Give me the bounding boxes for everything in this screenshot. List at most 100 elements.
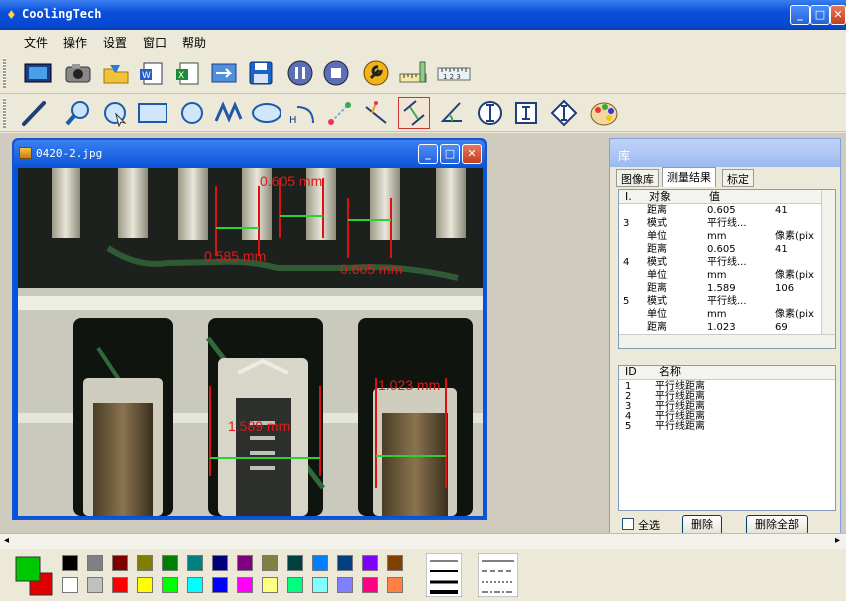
color-swatch[interactable]	[87, 577, 103, 593]
image-close-button[interactable]: ✕	[462, 144, 482, 164]
color-swatch[interactable]	[362, 555, 378, 571]
camera-icon[interactable]	[62, 57, 94, 89]
parallel-lines-tool-icon[interactable]	[398, 97, 430, 129]
color-swatch[interactable]	[337, 555, 353, 571]
color-swatch[interactable]	[187, 555, 203, 571]
table-row[interactable]: 单位 mm 像素(pix	[619, 231, 835, 244]
color-swatch[interactable]	[62, 577, 78, 593]
color-swatch[interactable]	[312, 577, 328, 593]
results-table[interactable]: I. 对象 值 距离 0.605 41 3 模式 平行线... 单位 mm 像素(pix 距离 0.…	[618, 189, 836, 349]
table-row[interactable]: 5 模式 平行线...	[619, 296, 835, 309]
color-swatch[interactable]	[187, 577, 203, 593]
wrench-icon[interactable]	[360, 57, 392, 89]
results-vscroll[interactable]	[821, 190, 835, 348]
circle-tool-icon[interactable]	[176, 97, 208, 129]
line-tool-icon[interactable]	[18, 97, 50, 129]
color-swatch[interactable]	[62, 555, 78, 571]
workspace-hscroll[interactable]: ◂ ▸	[0, 533, 846, 549]
close-button[interactable]: ✕	[830, 5, 846, 25]
color-swatch[interactable]	[262, 555, 278, 571]
minimize-button[interactable]: _	[790, 5, 810, 25]
color-swatch[interactable]	[312, 555, 328, 571]
color-swatch[interactable]	[137, 555, 153, 571]
menu-operate[interactable]: 操作	[63, 34, 87, 51]
table-row[interactable]: 距离 1.589 106	[619, 283, 835, 296]
save-icon[interactable]	[246, 57, 278, 89]
toolbar-grip-2[interactable]	[3, 98, 6, 128]
color-swatch[interactable]	[162, 577, 178, 593]
color-swatch[interactable]	[237, 577, 253, 593]
image-maximize-button[interactable]: □	[440, 144, 460, 164]
scroll-left-icon[interactable]: ◂	[4, 535, 9, 546]
magnifier-icon[interactable]	[62, 97, 94, 129]
table-row[interactable]: 单位 mm 像素(pix	[619, 270, 835, 283]
measure-label-1[interactable]: 0.605 mm	[260, 173, 322, 189]
line-style-icon[interactable]	[478, 553, 518, 597]
table-row[interactable]: 3 模式 平行线...	[619, 218, 835, 231]
point-line-tool-icon[interactable]	[360, 97, 392, 129]
color-swatch[interactable]	[287, 555, 303, 571]
delete-all-button[interactable]: 删除全部	[746, 515, 808, 535]
angle-tool-icon[interactable]	[436, 97, 468, 129]
scale-icon[interactable]: 1 2 3	[434, 57, 474, 89]
pcb-image[interactable]: 0.605 mm 0.585 mm 0.605 mm 1.023 mm 1.58…	[18, 168, 483, 516]
color-swatch[interactable]	[387, 577, 403, 593]
word-export-icon[interactable]: W	[136, 57, 168, 89]
color-swatch[interactable]	[212, 577, 228, 593]
video-icon[interactable]	[22, 57, 54, 89]
angle-h-tool-icon[interactable]: H	[286, 97, 318, 129]
color-palette-icon[interactable]	[588, 97, 620, 129]
rotated-caliper-icon[interactable]	[548, 97, 580, 129]
color-swatch[interactable]	[137, 577, 153, 593]
color-swatch[interactable]	[337, 577, 353, 593]
col-object[interactable]: 对象	[649, 191, 671, 202]
list-item[interactable]: 3 平行线距离	[619, 402, 835, 412]
col-obj-id[interactable]: ID	[625, 366, 637, 377]
measure-label-3[interactable]: 0.605 mm	[340, 261, 402, 277]
menu-help[interactable]: 帮助	[182, 34, 206, 51]
measure-label-4[interactable]: 1.023 mm	[378, 377, 440, 393]
color-swatch[interactable]	[87, 555, 103, 571]
table-row[interactable]: 单位 mm 像素(pix	[619, 309, 835, 322]
image-window-titlebar[interactable]: 0420-2.jpg _ □ ✕	[14, 140, 485, 168]
swap-icon[interactable]	[208, 57, 240, 89]
ellipse-tool-icon[interactable]	[250, 97, 282, 129]
pause-icon[interactable]	[284, 57, 316, 89]
menu-window[interactable]: 窗口	[143, 34, 167, 51]
color-swatch[interactable]	[162, 555, 178, 571]
measure-label-2[interactable]: 0.585 mm	[204, 248, 266, 264]
menu-settings[interactable]: 设置	[103, 34, 127, 51]
color-swatch[interactable]	[112, 577, 128, 593]
menu-file[interactable]: 文件	[24, 34, 48, 51]
maximize-button[interactable]: □	[810, 5, 830, 25]
color-swatch[interactable]	[387, 555, 403, 571]
list-item[interactable]: 4 平行线距离	[619, 412, 835, 422]
ruler-icon[interactable]	[397, 57, 429, 89]
tab-image-library[interactable]: 图像库	[616, 169, 659, 187]
vertical-caliper-icon[interactable]	[510, 97, 542, 129]
col-id[interactable]: I.	[625, 191, 632, 202]
delete-button[interactable]: 删除	[682, 515, 722, 535]
horizontal-caliper-icon[interactable]	[474, 97, 506, 129]
color-swatch[interactable]	[212, 555, 228, 571]
table-row[interactable]: 距离 0.605 41	[619, 205, 835, 218]
open-folder-icon[interactable]	[100, 57, 132, 89]
table-row[interactable]: 4 模式 平行线...	[619, 257, 835, 270]
col-obj-name[interactable]: 名称	[659, 366, 681, 377]
list-item[interactable]: 1 平行线距离	[619, 382, 835, 392]
color-swatch[interactable]	[237, 555, 253, 571]
measure-label-5[interactable]: 1.589 mm	[228, 418, 290, 434]
excel-export-icon[interactable]: X	[172, 57, 204, 89]
table-row[interactable]: 距离 0.605 41	[619, 244, 835, 257]
col-value[interactable]: 值	[709, 191, 720, 202]
color-swatch[interactable]	[112, 555, 128, 571]
tab-calibration[interactable]: 标定	[722, 169, 754, 187]
circle-arc-tool-icon[interactable]	[100, 97, 132, 129]
line-width-icon[interactable]	[426, 553, 462, 597]
list-item[interactable]: 2 平行线距离	[619, 392, 835, 402]
list-item[interactable]: 5 平行线距离	[619, 422, 835, 432]
polyline-tool-icon[interactable]	[212, 97, 244, 129]
results-hscroll[interactable]	[619, 334, 835, 348]
stop-icon[interactable]	[320, 57, 352, 89]
objects-list[interactable]: ID 名称 1 平行线距离 2 平行线距离 3 平行线距离 4 平行线距离 5 平行线距离	[618, 365, 836, 511]
